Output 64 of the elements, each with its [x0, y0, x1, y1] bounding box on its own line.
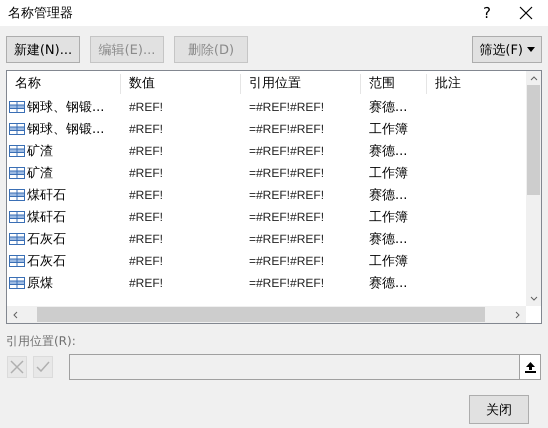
filter-button[interactable]: 筛选(F) — [472, 36, 542, 63]
help-button[interactable]: ? — [470, 0, 504, 26]
value-cell-text: #REF! — [128, 100, 164, 114]
reference-cell-text: =#REF!#REF! — [248, 144, 326, 158]
value-cell-text: #REF! — [128, 122, 164, 136]
name-cell[interactable]: 钢球、钢锻... — [27, 98, 104, 116]
scroll-right-icon[interactable] — [513, 310, 521, 318]
name-cell[interactable]: 石灰石 — [27, 252, 66, 270]
table-icon — [9, 189, 25, 201]
column-header[interactable]: 引用位置 — [241, 74, 361, 94]
value-cell-text: #REF! — [128, 210, 164, 224]
value-cell-text: #REF! — [128, 188, 164, 202]
scope-cell-text: 赛德... — [368, 231, 408, 248]
horizontal-scrollbar[interactable] — [7, 306, 526, 323]
table-icon — [9, 101, 25, 113]
name-cell[interactable]: 矿渣 — [27, 164, 53, 182]
value-cell-text: #REF! — [128, 276, 164, 290]
caret-icon — [527, 47, 535, 52]
scope-cell-text: 赛德... — [368, 143, 408, 160]
value-cell-text: #REF! — [128, 144, 164, 158]
reference-cell-text: =#REF!#REF! — [248, 254, 326, 268]
value-cell-text: #REF! — [128, 166, 164, 180]
reference-cell-text: =#REF!#REF! — [248, 188, 326, 202]
reference-cell-text: =#REF!#REF! — [248, 232, 326, 246]
table-icon — [9, 145, 25, 157]
value-cell-text: #REF! — [128, 232, 164, 246]
scope-cell-text: 赛德... — [368, 187, 408, 204]
scope-cell-text: 工作簿 — [368, 165, 409, 182]
scope-cell-text: 工作簿 — [368, 121, 409, 138]
reference-cell-text: =#REF!#REF! — [248, 166, 326, 180]
collapse-icon[interactable] — [519, 354, 541, 380]
name-cell[interactable]: 石灰石 — [27, 230, 66, 248]
column-header[interactable]: 名称 — [7, 74, 121, 94]
table-icon — [9, 211, 25, 223]
vertical-scrollbar[interactable] — [526, 71, 541, 306]
name-cell[interactable]: 矿渣 — [27, 142, 53, 160]
window-title: 名称管理器 — [8, 5, 74, 22]
name-cell[interactable]: 煤矸石 — [27, 186, 66, 204]
scope-cell-text: 工作簿 — [368, 209, 409, 226]
field-label: 引用位置(R): — [6, 333, 77, 350]
close-button[interactable]: 关闭 — [469, 395, 529, 424]
value-cell-text: #REF! — [128, 254, 164, 268]
scroll-left-icon[interactable] — [12, 310, 20, 318]
table-icon — [9, 123, 25, 135]
table-icon — [9, 255, 25, 267]
column-header[interactable]: 数值 — [121, 74, 241, 94]
reference-cell-text: =#REF!#REF! — [248, 276, 326, 290]
name-cell[interactable]: 钢球、钢锻... — [27, 120, 104, 138]
name-cell[interactable]: 煤矸石 — [27, 208, 66, 226]
reference-cell-text: =#REF!#REF! — [248, 100, 326, 114]
toolbar-button[interactable]: 新建(N)... — [6, 36, 80, 63]
name-cell[interactable]: 原煤 — [27, 274, 53, 292]
reference-cell-text: =#REF!#REF! — [248, 210, 326, 224]
scroll-down-icon[interactable] — [530, 294, 538, 302]
scope-cell-text: 赛德... — [368, 99, 408, 116]
scroll-up-icon[interactable] — [530, 75, 538, 83]
table-icon — [9, 277, 25, 289]
scope-cell-text: 赛德... — [368, 275, 408, 292]
column-header[interactable]: 范围 — [361, 74, 427, 94]
scope-cell-text: 工作簿 — [368, 253, 409, 270]
table-icon — [9, 233, 25, 245]
table-icon — [9, 167, 25, 179]
reference-cell-text: =#REF!#REF! — [248, 122, 326, 136]
check-icon[interactable] — [33, 356, 53, 378]
